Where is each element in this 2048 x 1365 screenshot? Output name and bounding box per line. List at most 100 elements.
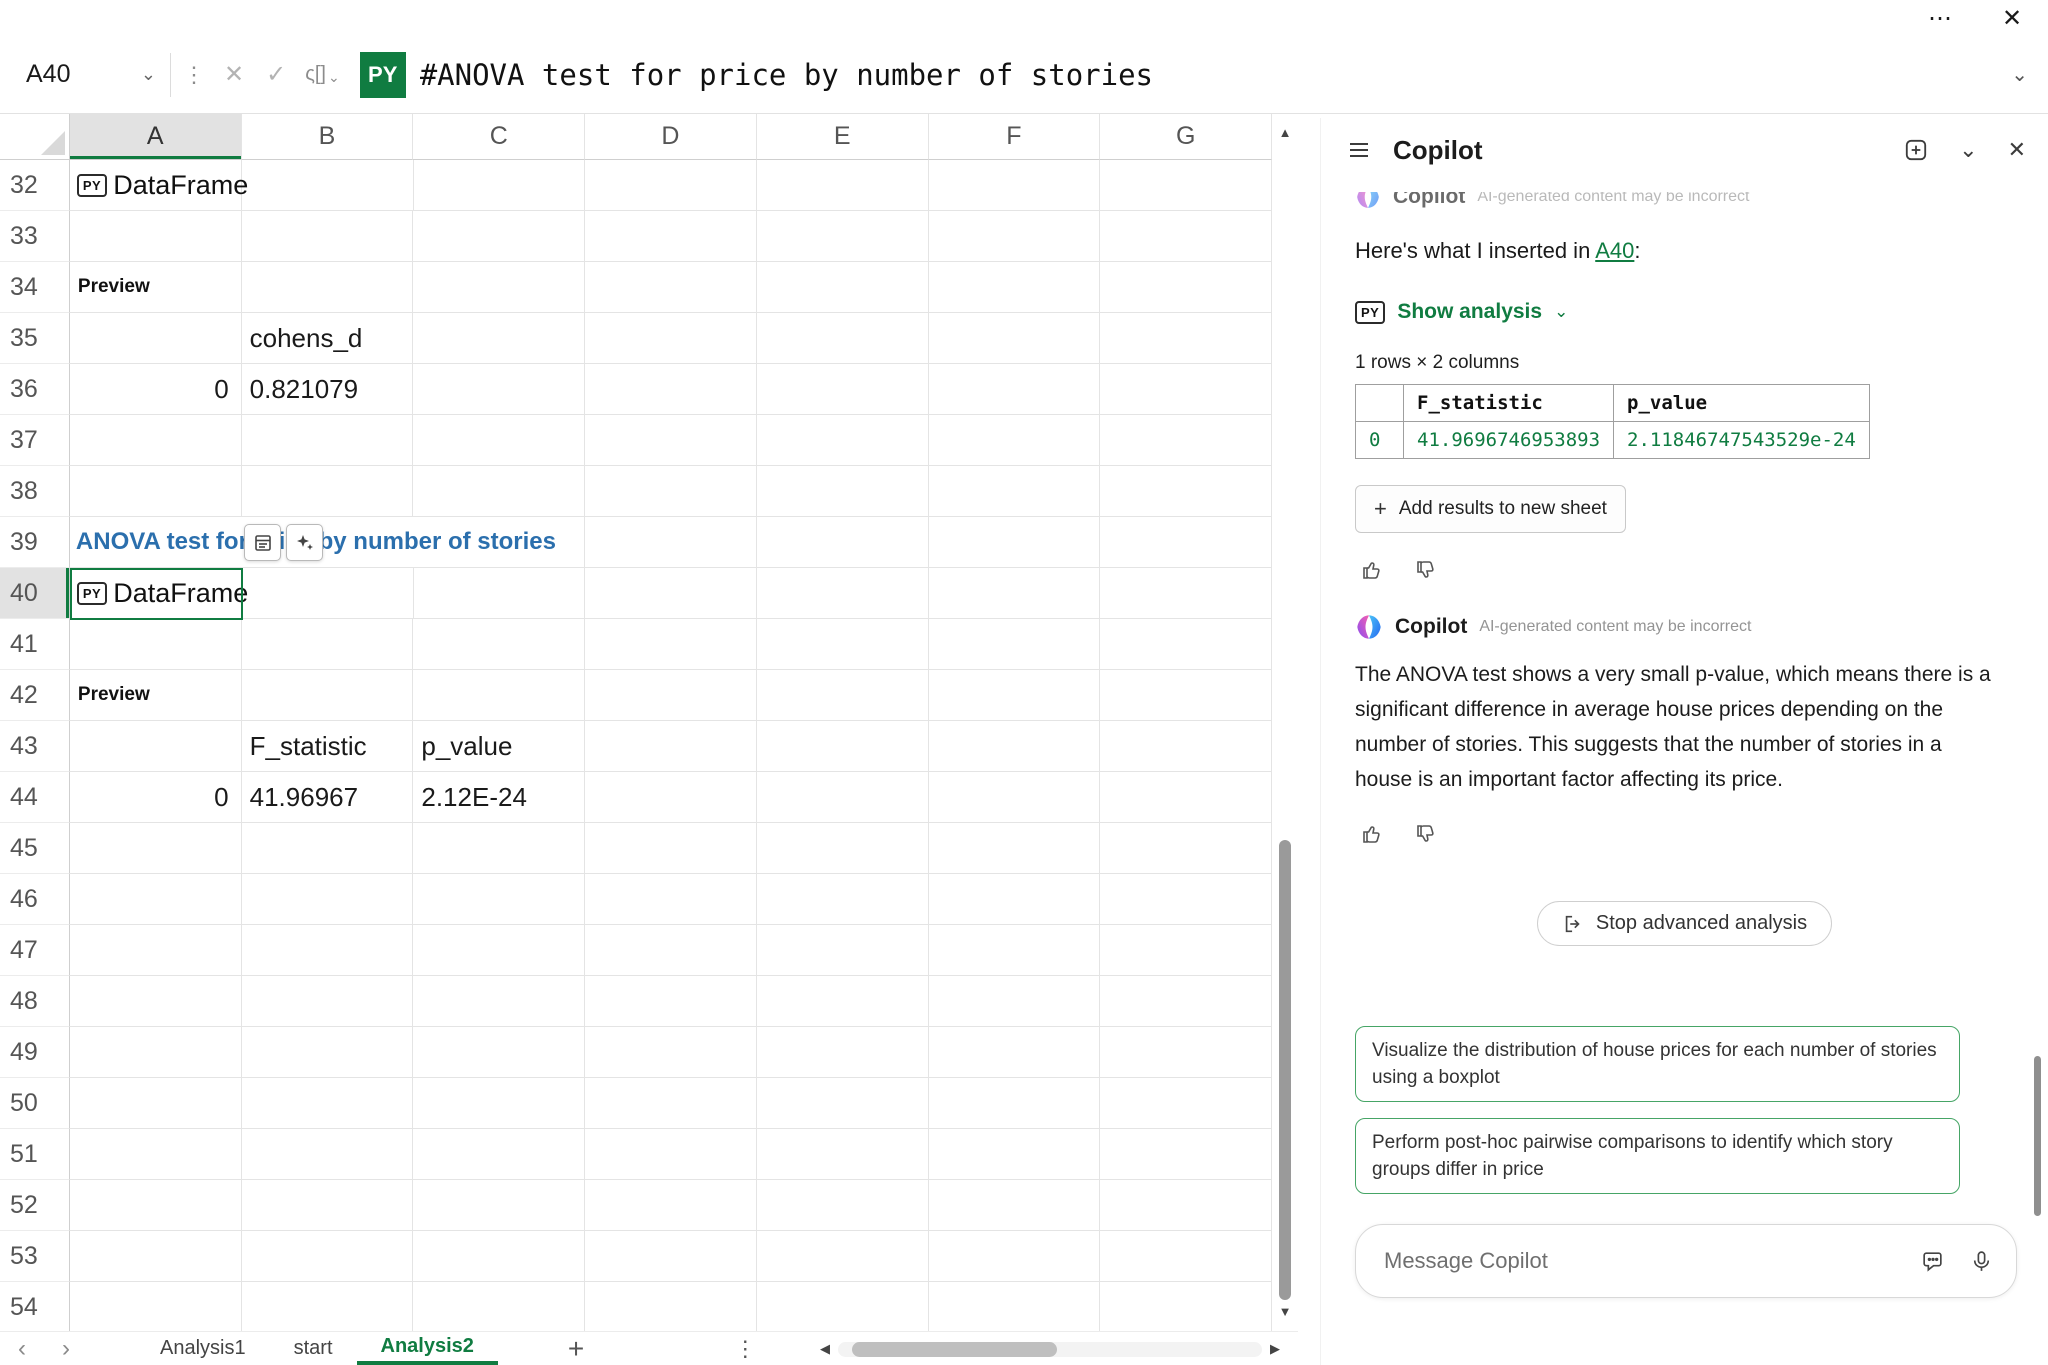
cell-G47[interactable] xyxy=(1100,925,1272,976)
cell-F52[interactable] xyxy=(929,1180,1101,1231)
window-close-button[interactable]: ✕ xyxy=(1988,2,2036,34)
column-header-b[interactable]: B xyxy=(242,114,414,160)
cell-C35[interactable] xyxy=(413,313,585,364)
cell-D39[interactable] xyxy=(585,517,757,568)
cell-F32[interactable] xyxy=(929,160,1101,211)
cell-B44[interactable]: 41.96967 xyxy=(242,772,414,823)
cell-D38[interactable] xyxy=(585,466,757,517)
horizontal-scrollbar-thumb[interactable] xyxy=(852,1342,1057,1357)
cell-A37[interactable] xyxy=(70,415,242,466)
cell-D50[interactable] xyxy=(585,1078,757,1129)
cell-C37[interactable] xyxy=(413,415,585,466)
cell-E50[interactable] xyxy=(757,1078,929,1129)
cell-D37[interactable] xyxy=(585,415,757,466)
cell-A45[interactable] xyxy=(70,823,242,874)
cell-B53[interactable] xyxy=(242,1231,414,1282)
cell-G50[interactable] xyxy=(1100,1078,1272,1129)
cell-G41[interactable] xyxy=(1100,619,1272,670)
show-analysis-toggle[interactable]: PY Show analysis ⌄ xyxy=(1355,300,2014,324)
cell-G35[interactable] xyxy=(1100,313,1272,364)
cell-D33[interactable] xyxy=(585,211,757,262)
sheet-tab-analysis1[interactable]: Analysis1 xyxy=(136,1332,270,1365)
column-header-a[interactable]: A xyxy=(70,114,242,160)
menu-icon[interactable] xyxy=(1347,138,1371,162)
cell-G44[interactable] xyxy=(1100,772,1272,823)
cell-reference-link[interactable]: A40 xyxy=(1595,238,1634,263)
formula-input[interactable]: #ANOVA test for price by number of stori… xyxy=(420,58,1992,92)
cell-D43[interactable] xyxy=(585,721,757,772)
row-header-33[interactable]: 33 xyxy=(0,211,70,262)
cell-D48[interactable] xyxy=(585,976,757,1027)
vertical-scrollbar-thumb[interactable] xyxy=(1279,840,1291,1300)
cell-E39[interactable] xyxy=(757,517,929,568)
cell-E52[interactable] xyxy=(757,1180,929,1231)
cell-C33[interactable] xyxy=(413,211,585,262)
column-header-d[interactable]: D xyxy=(585,114,757,160)
add-results-button[interactable]: + Add results to new sheet xyxy=(1355,485,1626,533)
new-chat-icon[interactable] xyxy=(1903,137,1929,163)
cell-A33[interactable] xyxy=(70,211,242,262)
row-header-43[interactable]: 43 xyxy=(0,721,70,772)
cell-B54[interactable] xyxy=(242,1282,414,1331)
cell-E46[interactable] xyxy=(757,874,929,925)
copilot-apps-icon[interactable] xyxy=(1920,1249,1945,1274)
cell-D54[interactable] xyxy=(585,1282,757,1331)
cell-C53[interactable] xyxy=(413,1231,585,1282)
cell-A38[interactable] xyxy=(70,466,242,517)
cell-C48[interactable] xyxy=(413,976,585,1027)
cell-C47[interactable] xyxy=(413,925,585,976)
cell-F50[interactable] xyxy=(929,1078,1101,1129)
copilot-scrollbar-thumb[interactable] xyxy=(2034,1056,2041,1216)
cell-C34[interactable] xyxy=(413,262,585,313)
cell-A42[interactable]: Preview xyxy=(70,670,242,721)
row-header-44[interactable]: 44 xyxy=(0,772,70,823)
select-all-corner[interactable] xyxy=(0,114,70,160)
cell-D46[interactable] xyxy=(585,874,757,925)
cell-G36[interactable] xyxy=(1100,364,1272,415)
cell-A36[interactable]: 0 xyxy=(70,364,242,415)
cell-A54[interactable] xyxy=(70,1282,242,1331)
cell-C50[interactable] xyxy=(413,1078,585,1129)
horizontal-scrollbar-track[interactable] xyxy=(838,1342,1262,1357)
cell-B40[interactable] xyxy=(242,568,414,619)
cell-A40[interactable]: PYDataFrame xyxy=(70,568,242,619)
stop-advanced-analysis-button[interactable]: Stop advanced analysis xyxy=(1537,901,1832,946)
row-header-47[interactable]: 47 xyxy=(0,925,70,976)
cell-G52[interactable] xyxy=(1100,1180,1272,1231)
row-header-54[interactable]: 54 xyxy=(0,1282,70,1331)
close-panel-icon[interactable]: ✕ xyxy=(2008,137,2026,163)
cell-G53[interactable] xyxy=(1100,1231,1272,1282)
cell-G46[interactable] xyxy=(1100,874,1272,925)
cell-E34[interactable] xyxy=(757,262,929,313)
formula-bar-options-icon[interactable]: ⋮ xyxy=(183,62,205,88)
cell-E42[interactable] xyxy=(757,670,929,721)
column-header-g[interactable]: G xyxy=(1100,114,1272,160)
cell-C49[interactable] xyxy=(413,1027,585,1078)
cell-C41[interactable] xyxy=(413,619,585,670)
cell-E37[interactable] xyxy=(757,415,929,466)
cell-B37[interactable] xyxy=(242,415,414,466)
cell-A52[interactable] xyxy=(70,1180,242,1231)
python-insert-icon[interactable]: ς[] ⌄ xyxy=(305,63,340,86)
cell-D36[interactable] xyxy=(585,364,757,415)
sheet-tab-analysis2[interactable]: Analysis2 xyxy=(357,1332,498,1365)
cell-E51[interactable] xyxy=(757,1129,929,1180)
cell-G45[interactable] xyxy=(1100,823,1272,874)
cell-F42[interactable] xyxy=(929,670,1101,721)
row-header-52[interactable]: 52 xyxy=(0,1180,70,1231)
cell-E41[interactable] xyxy=(757,619,929,670)
cell-E35[interactable] xyxy=(757,313,929,364)
cell-E44[interactable] xyxy=(757,772,929,823)
cell-D45[interactable] xyxy=(585,823,757,874)
cell-B49[interactable] xyxy=(242,1027,414,1078)
thumbs-down-button[interactable] xyxy=(1409,817,1443,851)
cell-G48[interactable] xyxy=(1100,976,1272,1027)
sheet-nav-left-icon[interactable]: ‹ xyxy=(0,1335,44,1363)
cell-E49[interactable] xyxy=(757,1027,929,1078)
cell-F39[interactable] xyxy=(929,517,1101,568)
cell-E38[interactable] xyxy=(757,466,929,517)
name-box[interactable]: A40 ⌄ xyxy=(14,49,166,101)
microphone-icon[interactable] xyxy=(1969,1249,1994,1274)
scroll-left-arrow[interactable]: ◀ xyxy=(820,1341,830,1357)
cell-A44[interactable]: 0 xyxy=(70,772,242,823)
